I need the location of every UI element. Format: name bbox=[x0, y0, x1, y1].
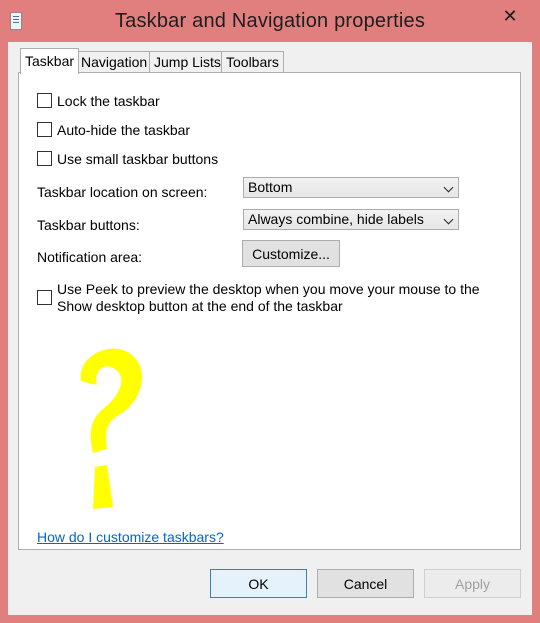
help-link[interactable]: How do I customize taskbars? bbox=[37, 529, 224, 545]
customize-button[interactable]: Customize... bbox=[242, 240, 340, 267]
small-buttons-label: Use small taskbar buttons bbox=[57, 151, 219, 167]
taskbar-location-select[interactable]: Bottom bbox=[243, 177, 459, 198]
question-mark-icon bbox=[80, 348, 142, 509]
taskbar-location-label: Taskbar location on screen: bbox=[37, 184, 208, 200]
taskbar-buttons-select[interactable]: Always combine, hide labels bbox=[243, 209, 459, 230]
tab-taskbar[interactable]: Taskbar bbox=[20, 48, 80, 74]
small-buttons-checkbox[interactable] bbox=[37, 151, 52, 166]
peek-label-line2: Show desktop button at the end of the ta… bbox=[57, 298, 343, 314]
peek-label: Use Peek to preview the desktop when you… bbox=[57, 281, 480, 315]
notification-area-label: Notification area: bbox=[37, 249, 143, 265]
dialog-body: Taskbar Navigation Jump Lists Toolbars L… bbox=[8, 42, 532, 615]
close-button[interactable]: ✕ bbox=[486, 0, 534, 32]
lock-taskbar-label: Lock the taskbar bbox=[57, 93, 160, 109]
tab-toolbars[interactable]: Toolbars bbox=[221, 51, 284, 72]
auto-hide-checkbox[interactable] bbox=[37, 122, 52, 137]
lock-taskbar-checkbox[interactable] bbox=[37, 93, 52, 108]
peek-checkbox[interactable] bbox=[37, 290, 52, 305]
apply-button[interactable]: Apply bbox=[424, 569, 521, 598]
tab-navigation[interactable]: Navigation bbox=[76, 51, 153, 72]
taskbar-location-value: Bottom bbox=[248, 179, 293, 195]
tab-jump-lists[interactable]: Jump Lists bbox=[149, 51, 226, 72]
auto-hide-label: Auto-hide the taskbar bbox=[57, 122, 191, 138]
close-icon: ✕ bbox=[502, 5, 518, 27]
ok-button[interactable]: OK bbox=[210, 569, 307, 598]
chevron-down-icon bbox=[443, 214, 454, 225]
window-title: Taskbar and Navigation properties bbox=[114, 10, 426, 32]
taskbar-buttons-label: Taskbar buttons: bbox=[37, 217, 140, 233]
cancel-button[interactable]: Cancel bbox=[317, 569, 414, 598]
taskbar-buttons-value: Always combine, hide labels bbox=[248, 211, 424, 227]
chevron-down-icon bbox=[443, 182, 454, 193]
peek-label-line1: Use Peek to preview the desktop when you… bbox=[57, 281, 480, 297]
tab-panel-taskbar: Lock the taskbar Auto-hide the taskbar U… bbox=[18, 72, 521, 550]
properties-window: Taskbar and Navigation properties ✕ Task… bbox=[0, 0, 540, 623]
title-bar[interactable]: Taskbar and Navigation properties ✕ bbox=[0, 0, 540, 42]
